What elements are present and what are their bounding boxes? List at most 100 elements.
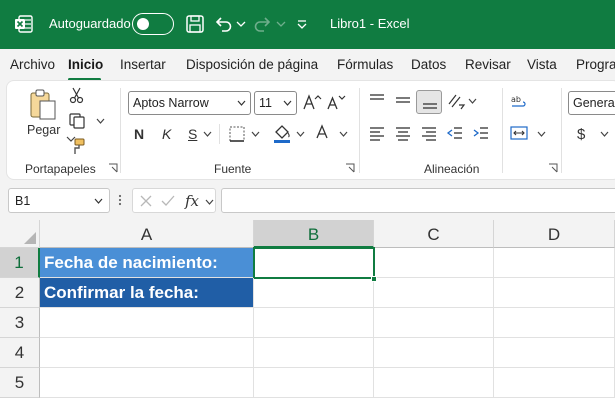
cell-c5[interactable] [374,368,494,398]
paste-label[interactable]: Pegar [27,123,60,137]
cell-a4[interactable] [40,338,254,368]
paste-icon[interactable] [28,88,58,122]
cell-a3[interactable] [40,308,254,338]
fill-handle[interactable] [371,276,377,282]
align-left-icon[interactable] [368,125,386,141]
cell-b1[interactable] [253,247,375,279]
tab-archivo[interactable]: Archivo [10,57,55,72]
undo-dropdown-icon[interactable] [236,13,246,35]
divider [219,124,220,144]
customize-toolbar-icon[interactable] [296,13,308,35]
column-header-c[interactable]: C [374,220,494,248]
number-format-combo[interactable]: General [568,91,615,115]
chevron-down-icon[interactable] [205,199,214,205]
orientation-icon[interactable] [446,92,466,110]
autosave-label: Autoguardado [49,16,131,31]
fill-color-dropdown-icon[interactable] [296,131,305,137]
font-name-combo[interactable]: Aptos Narrow [128,91,251,115]
align-center-icon[interactable] [394,125,412,141]
cell-b5[interactable] [254,368,374,398]
save-icon[interactable] [184,13,206,35]
redo-dropdown-icon[interactable] [276,13,286,35]
underline-dropdown-icon[interactable] [203,131,212,137]
select-all-icon [24,232,36,244]
copy-dropdown-icon[interactable] [96,118,105,124]
font-color-dropdown-icon[interactable] [339,131,348,137]
cell-d2[interactable] [494,278,615,308]
column-header-b[interactable]: B [254,220,374,248]
format-painter-icon[interactable] [68,138,86,156]
undo-icon[interactable] [212,13,234,35]
tab-programador[interactable]: Progra [576,57,615,72]
tab-disposicion[interactable]: Disposición de página [186,57,318,72]
row-header-2[interactable]: 2 [0,278,40,308]
redo-icon[interactable] [252,13,274,35]
column-header-a[interactable]: A [40,220,254,248]
select-all-corner[interactable] [0,220,40,248]
align-top-icon[interactable] [368,92,386,108]
cell-b2[interactable] [254,279,374,308]
increase-font-size-icon[interactable] [302,93,322,111]
row-header-5[interactable]: 5 [0,368,40,398]
cell-c1[interactable] [375,248,494,278]
chevron-down-icon [283,100,292,106]
cell-c2[interactable] [374,278,494,308]
tab-vista[interactable]: Vista [527,57,557,72]
tab-formulas[interactable]: Fórmulas [337,57,393,72]
cell-d4[interactable] [494,338,615,368]
align-bottom-button[interactable] [416,90,442,114]
cell-b3[interactable] [254,308,374,338]
row-header-1[interactable]: 1 [0,248,40,278]
fill-color-icon[interactable] [272,122,292,144]
tab-insertar[interactable]: Insertar [120,57,166,72]
copy-icon[interactable] [68,112,86,130]
cancel-icon[interactable] [139,194,153,208]
bold-button[interactable]: N [134,126,144,142]
alignment-launcher-icon[interactable] [548,163,558,173]
cell-a2[interactable]: Confirmar la fecha: [40,278,254,308]
decrease-indent-icon[interactable] [446,125,464,141]
tab-inicio[interactable]: Inicio [68,57,103,72]
cell-d1[interactable] [494,248,615,278]
cut-icon[interactable] [68,86,86,104]
cell-c4[interactable] [374,338,494,368]
orientation-dropdown-icon[interactable] [468,98,477,104]
merge-center-icon[interactable] [510,125,528,141]
cell-d5[interactable] [494,368,615,398]
splitter-handle-icon[interactable] [117,192,123,208]
align-right-icon[interactable] [420,125,438,141]
formula-input[interactable] [221,188,615,213]
cell-b4[interactable] [254,338,374,368]
insert-function-button[interactable]: fx [185,192,199,210]
increase-indent-icon[interactable] [472,125,490,141]
row-header-3[interactable]: 3 [0,308,40,338]
name-box[interactable]: B1 [8,188,110,213]
cell-c3[interactable] [374,308,494,338]
align-middle-icon[interactable] [394,92,412,108]
autosave-toggle[interactable] [132,13,174,35]
cell-a1[interactable]: Fecha de nacimiento: [40,248,254,278]
tab-revisar[interactable]: Revisar [465,57,511,72]
italic-button[interactable]: K [162,126,171,142]
currency-button[interactable]: $ [577,126,585,143]
underline-button[interactable]: S [188,126,197,142]
font-color-icon[interactable] [314,124,330,142]
column-header-d[interactable]: D [494,220,615,248]
font-launcher-icon[interactable] [345,163,355,173]
cell-a5[interactable] [40,368,254,398]
borders-dropdown-icon[interactable] [251,131,260,137]
tab-datos[interactable]: Datos [411,57,446,72]
font-size-combo[interactable]: 11 [254,91,297,115]
wrap-text-icon[interactable]: ab [510,92,528,110]
enter-icon[interactable] [160,194,176,208]
borders-icon[interactable] [228,125,246,143]
clipboard-launcher-icon[interactable] [108,163,118,173]
clipboard-group-label: Portapapeles [25,162,96,176]
decrease-font-size-icon[interactable] [326,93,346,111]
row-header-4[interactable]: 4 [0,338,40,368]
currency-dropdown-icon[interactable] [600,131,609,137]
excel-icon[interactable] [14,14,34,34]
align-bottom-icon [423,103,437,109]
cell-d3[interactable] [494,308,615,338]
merge-dropdown-icon[interactable] [537,131,546,137]
